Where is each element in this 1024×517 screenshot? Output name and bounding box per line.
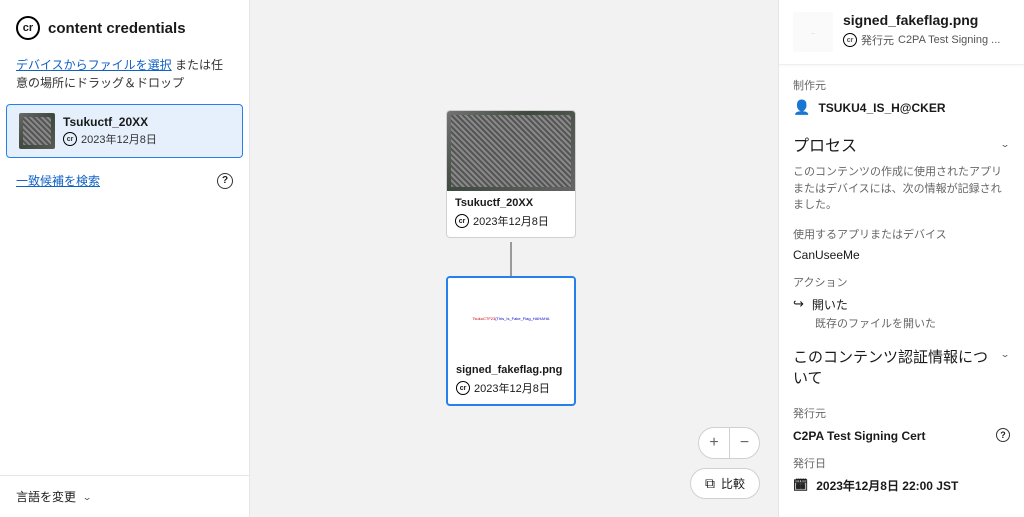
help-icon[interactable]: ? <box>217 173 233 189</box>
language-selector[interactable]: 言語を変更 ⌄ <box>0 475 249 517</box>
cr-logo-icon: cr <box>16 16 40 40</box>
file-name: Tsukuctf_20XX <box>63 115 157 129</box>
details-title: signed_fakeflag.png <box>843 12 1000 28</box>
graph-canvas[interactable]: Tsukuctf_20XX cr 2023年12月8日 TsukuCTF23{T… <box>250 0 778 517</box>
process-heading: プロセス <box>793 132 857 156</box>
zoom-controls: + − <box>698 427 760 459</box>
search-link-row: 一致候補を検索 ? <box>0 158 249 189</box>
language-label: 言語を変更 <box>16 488 76 505</box>
issuer-value-row: C2PA Test Signing Cert ? <box>793 427 1010 443</box>
child-thumb-icon: TsukuCTF23{This_Is_Fake_Flag_HAHAHA <box>448 278 574 358</box>
graph-connector <box>510 242 512 276</box>
details-body: 制作元 👤 TSUKU4_IS_H@CKER プロセス ⌄ このコンテンツの作成… <box>779 65 1024 508</box>
calendar-icon: 🗓 <box>793 478 808 492</box>
cr-badge-icon: cr <box>63 132 77 146</box>
brand-text: content credentials <box>48 20 186 37</box>
parent-thumb-icon <box>447 111 575 191</box>
file-thumb-icon <box>19 113 55 149</box>
about-heading-row[interactable]: このコンテンツ認証情報について ⌄ <box>793 343 1010 393</box>
about-heading: このコンテンツ認証情報について <box>793 347 1000 389</box>
issuer-short: C2PA Test Signing ... <box>898 34 1000 46</box>
issuer-section: 発行元 C2PA Test Signing Cert ? <box>793 393 1010 443</box>
file-date: 2023年12月8日 <box>81 131 157 147</box>
details-issuer-row: cr 発行元 C2PA Test Signing ... <box>843 32 1000 48</box>
action-section: アクション ↪ 開いた 既存のファイルを開いた <box>793 262 1010 331</box>
zoom-out-button[interactable]: − <box>729 428 759 458</box>
app-section: 使用するアプリまたはデバイス CanUseeMe <box>793 214 1010 262</box>
issue-date-label: 発行日 <box>793 455 1010 471</box>
chevron-down-icon: ⌄ <box>1000 349 1010 359</box>
cr-badge-icon: cr <box>456 381 470 395</box>
sidebar: cr content credentials デバイスからファイルを選択 または… <box>0 0 250 517</box>
compare-label: 比較 <box>721 475 745 492</box>
cr-badge-icon: cr <box>455 214 469 228</box>
file-drop-instruction: デバイスからファイルを選択 または任意の場所にドラッグ＆ドロップ <box>0 56 249 104</box>
file-select-link[interactable]: デバイスからファイルを選択 <box>16 58 172 72</box>
action-row: ↪ 開いた <box>793 296 1010 313</box>
zoom-in-button[interactable]: + <box>699 428 729 458</box>
producer-section: 制作元 👤 TSUKU4_IS_H@CKER <box>793 65 1010 116</box>
issue-date: 2023年12月8日 22:00 JST <box>816 477 958 494</box>
app-label: 使用するアプリまたはデバイス <box>793 226 1010 242</box>
action-desc: 既存のファイルを開いた <box>815 315 1010 331</box>
action-name: 開いた <box>812 296 848 313</box>
details-thumb-icon: — <box>793 12 833 52</box>
issuer-full: C2PA Test Signing Cert <box>793 429 925 443</box>
compare-icon: ⧉ <box>705 475 715 492</box>
parent-card-date-row: cr 2023年12月8日 <box>455 213 567 229</box>
producer-label: 制作元 <box>793 77 1010 93</box>
details-panel: — signed_fakeflag.png cr 発行元 C2PA Test S… <box>778 0 1024 517</box>
compare-button[interactable]: ⧉ 比較 <box>690 468 760 499</box>
file-list: Tsukuctf_20XX cr 2023年12月8日 <box>0 104 249 158</box>
details-header: — signed_fakeflag.png cr 発行元 C2PA Test S… <box>779 0 1024 65</box>
child-thumb-text: TsukuCTF23{This_Is_Fake_Flag_HAHAHA <box>473 316 550 321</box>
issuer-prefix: 発行元 <box>861 32 894 48</box>
parent-node-card[interactable]: Tsukuctf_20XX cr 2023年12月8日 <box>446 110 576 238</box>
person-icon: 👤 <box>793 99 810 116</box>
process-section: プロセス ⌄ このコンテンツの作成に使用されたアプリまたはデバイスには、次の情報… <box>793 116 1010 214</box>
help-icon[interactable]: ? <box>996 428 1010 442</box>
issue-date-row: 🗓 2023年12月8日 22:00 JST <box>793 477 1010 494</box>
file-item[interactable]: Tsukuctf_20XX cr 2023年12月8日 <box>6 104 243 158</box>
process-desc: このコンテンツの作成に使用されたアプリまたはデバイスには、次の情報が記録されまし… <box>793 164 1010 214</box>
search-candidates-link[interactable]: 一致候補を検索 <box>16 172 100 189</box>
child-card-date: 2023年12月8日 <box>474 380 550 396</box>
child-node-card[interactable]: TsukuCTF23{This_Is_Fake_Flag_HAHAHA sign… <box>446 276 576 406</box>
parent-card-title: Tsukuctf_20XX <box>455 197 567 209</box>
producer-row: 👤 TSUKU4_IS_H@CKER <box>793 99 1010 116</box>
parent-card-date: 2023年12月8日 <box>473 213 549 229</box>
parent-card-body: Tsukuctf_20XX cr 2023年12月8日 <box>447 191 575 237</box>
producer-name: TSUKU4_IS_H@CKER <box>818 101 945 115</box>
issuer-label: 発行元 <box>793 405 1010 421</box>
details-header-text: signed_fakeflag.png cr 発行元 C2PA Test Sig… <box>843 12 1000 48</box>
file-info: Tsukuctf_20XX cr 2023年12月8日 <box>63 115 157 147</box>
app-name: CanUseeMe <box>793 248 1010 262</box>
issue-date-section: 発行日 🗓 2023年12月8日 22:00 JST <box>793 443 1010 494</box>
open-icon: ↪ <box>793 296 804 312</box>
child-card-date-row: cr 2023年12月8日 <box>456 380 566 396</box>
file-date-row: cr 2023年12月8日 <box>63 131 157 147</box>
process-heading-row[interactable]: プロセス ⌄ <box>793 128 1010 160</box>
child-card-body: signed_fakeflag.png cr 2023年12月8日 <box>448 358 574 404</box>
brand-row: cr content credentials <box>0 16 249 56</box>
action-label: アクション <box>793 274 1010 290</box>
child-card-title: signed_fakeflag.png <box>456 364 566 376</box>
chevron-down-icon: ⌄ <box>1000 139 1010 149</box>
about-section: このコンテンツ認証情報について ⌄ <box>793 331 1010 393</box>
cr-badge-icon: cr <box>843 33 857 47</box>
chevron-down-icon: ⌄ <box>82 492 92 502</box>
